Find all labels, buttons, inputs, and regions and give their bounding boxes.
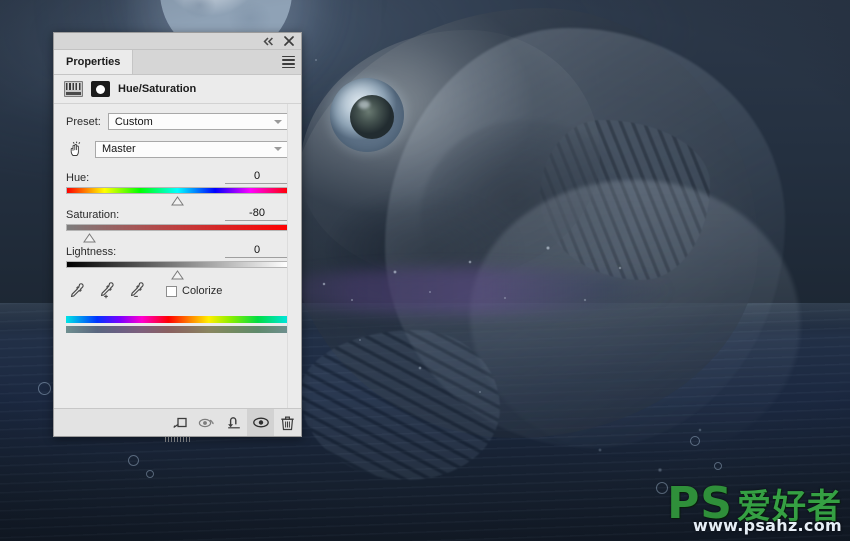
hamburger-icon xyxy=(281,54,295,70)
colorize-checkbox[interactable]: Colorize xyxy=(166,285,222,297)
hue-saturation-adjustment-icon xyxy=(64,81,83,97)
eyedropper-tools-row: Colorize xyxy=(68,282,289,300)
trash-icon[interactable] xyxy=(274,409,301,436)
slider-saturation-track[interactable] xyxy=(66,224,289,243)
slider-hue-track[interactable] xyxy=(66,187,289,206)
adjustment-title: Hue/Saturation xyxy=(118,83,197,95)
tab-properties-label: Properties xyxy=(66,56,121,68)
watermark-url: www.psahz.com xyxy=(692,516,842,535)
panel-titlebar xyxy=(54,33,301,50)
preset-select[interactable]: Custom xyxy=(107,113,289,130)
adjustment-controls: Preset: Custom Master Hue: 0 Saturation:… xyxy=(54,104,301,408)
channel-row: Master xyxy=(66,139,289,159)
channel-value: Master xyxy=(102,143,136,155)
preset-label: Preset: xyxy=(66,115,101,128)
bubble xyxy=(714,462,722,470)
eyedropper-icon[interactable] xyxy=(68,282,86,300)
properties-panel[interactable]: Properties Hue/Saturation Preset: Custom xyxy=(53,32,302,442)
panel-resize-grip[interactable] xyxy=(164,437,191,442)
slider-hue: Hue: 0 xyxy=(66,170,289,206)
color-range-bars xyxy=(66,316,289,333)
color-range-spectrum-bar[interactable] xyxy=(66,316,289,323)
eye-previous-state-icon[interactable] xyxy=(193,409,220,436)
slider-lightness-track[interactable] xyxy=(66,261,289,280)
bubble xyxy=(690,436,700,446)
preset-value: Custom xyxy=(114,115,153,128)
bubble xyxy=(146,470,154,478)
tab-properties[interactable]: Properties xyxy=(54,50,134,74)
chevron-down-icon xyxy=(274,147,282,151)
slider-saturation-value: -80 xyxy=(249,207,265,219)
eye-icon[interactable] xyxy=(247,409,274,436)
adjustment-header: Hue/Saturation xyxy=(54,75,301,104)
slider-hue-label: Hue: xyxy=(66,172,90,184)
panel-scrollbar[interactable] xyxy=(287,104,301,408)
slider-saturation: Saturation: -80 xyxy=(66,207,289,243)
slider-saturation-head: Saturation: -80 xyxy=(66,207,289,221)
colorize-checkbox-box[interactable] xyxy=(166,285,177,297)
collapse-icon[interactable] xyxy=(262,35,274,47)
tabstrip-empty-area xyxy=(133,50,275,74)
channel-select[interactable]: Master xyxy=(95,140,289,158)
color-range-result-bar[interactable] xyxy=(66,326,289,333)
layer-mask-icon[interactable] xyxy=(91,81,110,97)
slider-hue-value: 0 xyxy=(253,170,261,182)
slider-saturation-value-field[interactable]: -80 xyxy=(225,207,289,221)
slider-saturation-label: Saturation: xyxy=(66,209,120,221)
preset-row: Preset: Custom xyxy=(66,113,289,130)
slider-lightness-thumb[interactable] xyxy=(171,270,184,280)
eyedropper-minus-icon[interactable] xyxy=(128,282,146,300)
targeted-adjustment-hand-icon[interactable] xyxy=(66,139,86,159)
site-watermark: PS 爱好者 www.psahz.com xyxy=(667,482,842,536)
slider-lightness-value-field[interactable]: 0 xyxy=(225,244,289,258)
eyedropper-plus-icon[interactable] xyxy=(98,282,116,300)
close-icon[interactable] xyxy=(283,35,295,47)
slider-hue-thumb[interactable] xyxy=(171,196,184,206)
slider-lightness-head: Lightness: 0 xyxy=(66,244,289,258)
slider-saturation-thumb[interactable] xyxy=(82,233,96,243)
bubble xyxy=(38,382,51,395)
chevron-down-icon xyxy=(274,119,282,124)
panel-footer-toolbar xyxy=(54,408,301,436)
clip-to-layer-icon[interactable] xyxy=(166,409,193,436)
slider-lightness-value: 0 xyxy=(253,244,261,256)
slider-hue-value-field[interactable]: 0 xyxy=(225,170,289,184)
panel-menu-icon[interactable] xyxy=(275,50,301,74)
reset-arrow-icon[interactable] xyxy=(220,409,247,436)
bubble xyxy=(128,455,139,466)
slider-hue-head: Hue: 0 xyxy=(66,170,289,184)
panel-tabstrip[interactable]: Properties xyxy=(54,50,301,75)
slider-lightness-label: Lightness: xyxy=(66,246,117,258)
colorize-label: Colorize xyxy=(182,285,223,297)
slider-lightness: Lightness: 0 xyxy=(66,244,289,280)
